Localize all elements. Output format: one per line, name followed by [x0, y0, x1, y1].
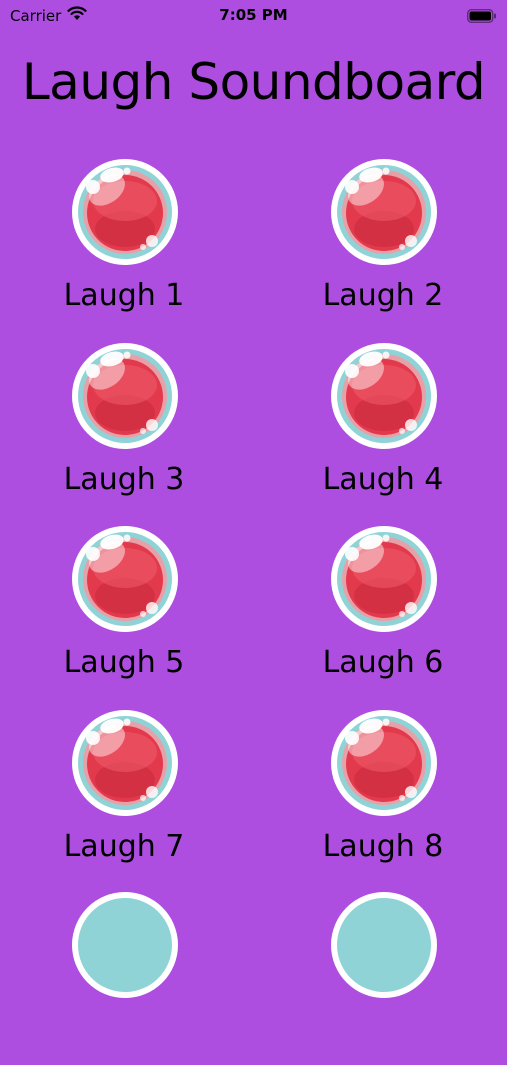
sound-button-8[interactable]	[329, 708, 439, 818]
sound-label: Laugh 8	[322, 829, 444, 864]
red-button-icon	[331, 526, 437, 632]
red-button-icon	[331, 343, 437, 449]
sound-button-7[interactable]	[70, 708, 180, 818]
sound-cell: Laugh 4	[283, 341, 483, 516]
sound-label: Laugh 5	[63, 645, 185, 680]
sound-cell-partial	[24, 890, 224, 1065]
sound-button-partial[interactable]	[70, 890, 180, 1000]
sound-cell-partial	[283, 890, 483, 1065]
sound-button-1[interactable]	[70, 157, 180, 267]
red-button-icon	[331, 892, 437, 998]
sound-button-6[interactable]	[329, 524, 439, 634]
sound-label: Laugh 1	[63, 278, 185, 313]
red-button-icon	[72, 892, 178, 998]
red-button-icon	[331, 159, 437, 265]
sound-cell: Laugh 8	[283, 708, 483, 883]
sound-label: Laugh 4	[322, 462, 444, 497]
sound-button-partial[interactable]	[329, 890, 439, 1000]
sound-label: Laugh 6	[322, 645, 444, 680]
sound-label: Laugh 3	[63, 462, 185, 497]
sound-cell: Laugh 6	[283, 524, 483, 699]
red-button-icon	[72, 343, 178, 449]
sound-button-5[interactable]	[70, 524, 180, 634]
sound-button-3[interactable]	[70, 341, 180, 451]
sound-grid: Laugh 1 Laugh 2 Laugh 3 Laugh 4 Laugh 5 …	[0, 0, 507, 998]
sound-button-2[interactable]	[329, 157, 439, 267]
red-button-icon	[331, 710, 437, 816]
red-button-icon	[72, 710, 178, 816]
sound-label: Laugh 2	[322, 278, 444, 313]
red-button-icon	[72, 526, 178, 632]
sound-button-4[interactable]	[329, 341, 439, 451]
red-button-icon	[72, 159, 178, 265]
sound-label: Laugh 7	[63, 829, 185, 864]
sound-cell: Laugh 3	[24, 341, 224, 516]
sound-cell: Laugh 2	[283, 157, 483, 332]
sound-cell: Laugh 5	[24, 524, 224, 699]
sound-cell: Laugh 1	[24, 157, 224, 332]
sound-cell: Laugh 7	[24, 708, 224, 883]
